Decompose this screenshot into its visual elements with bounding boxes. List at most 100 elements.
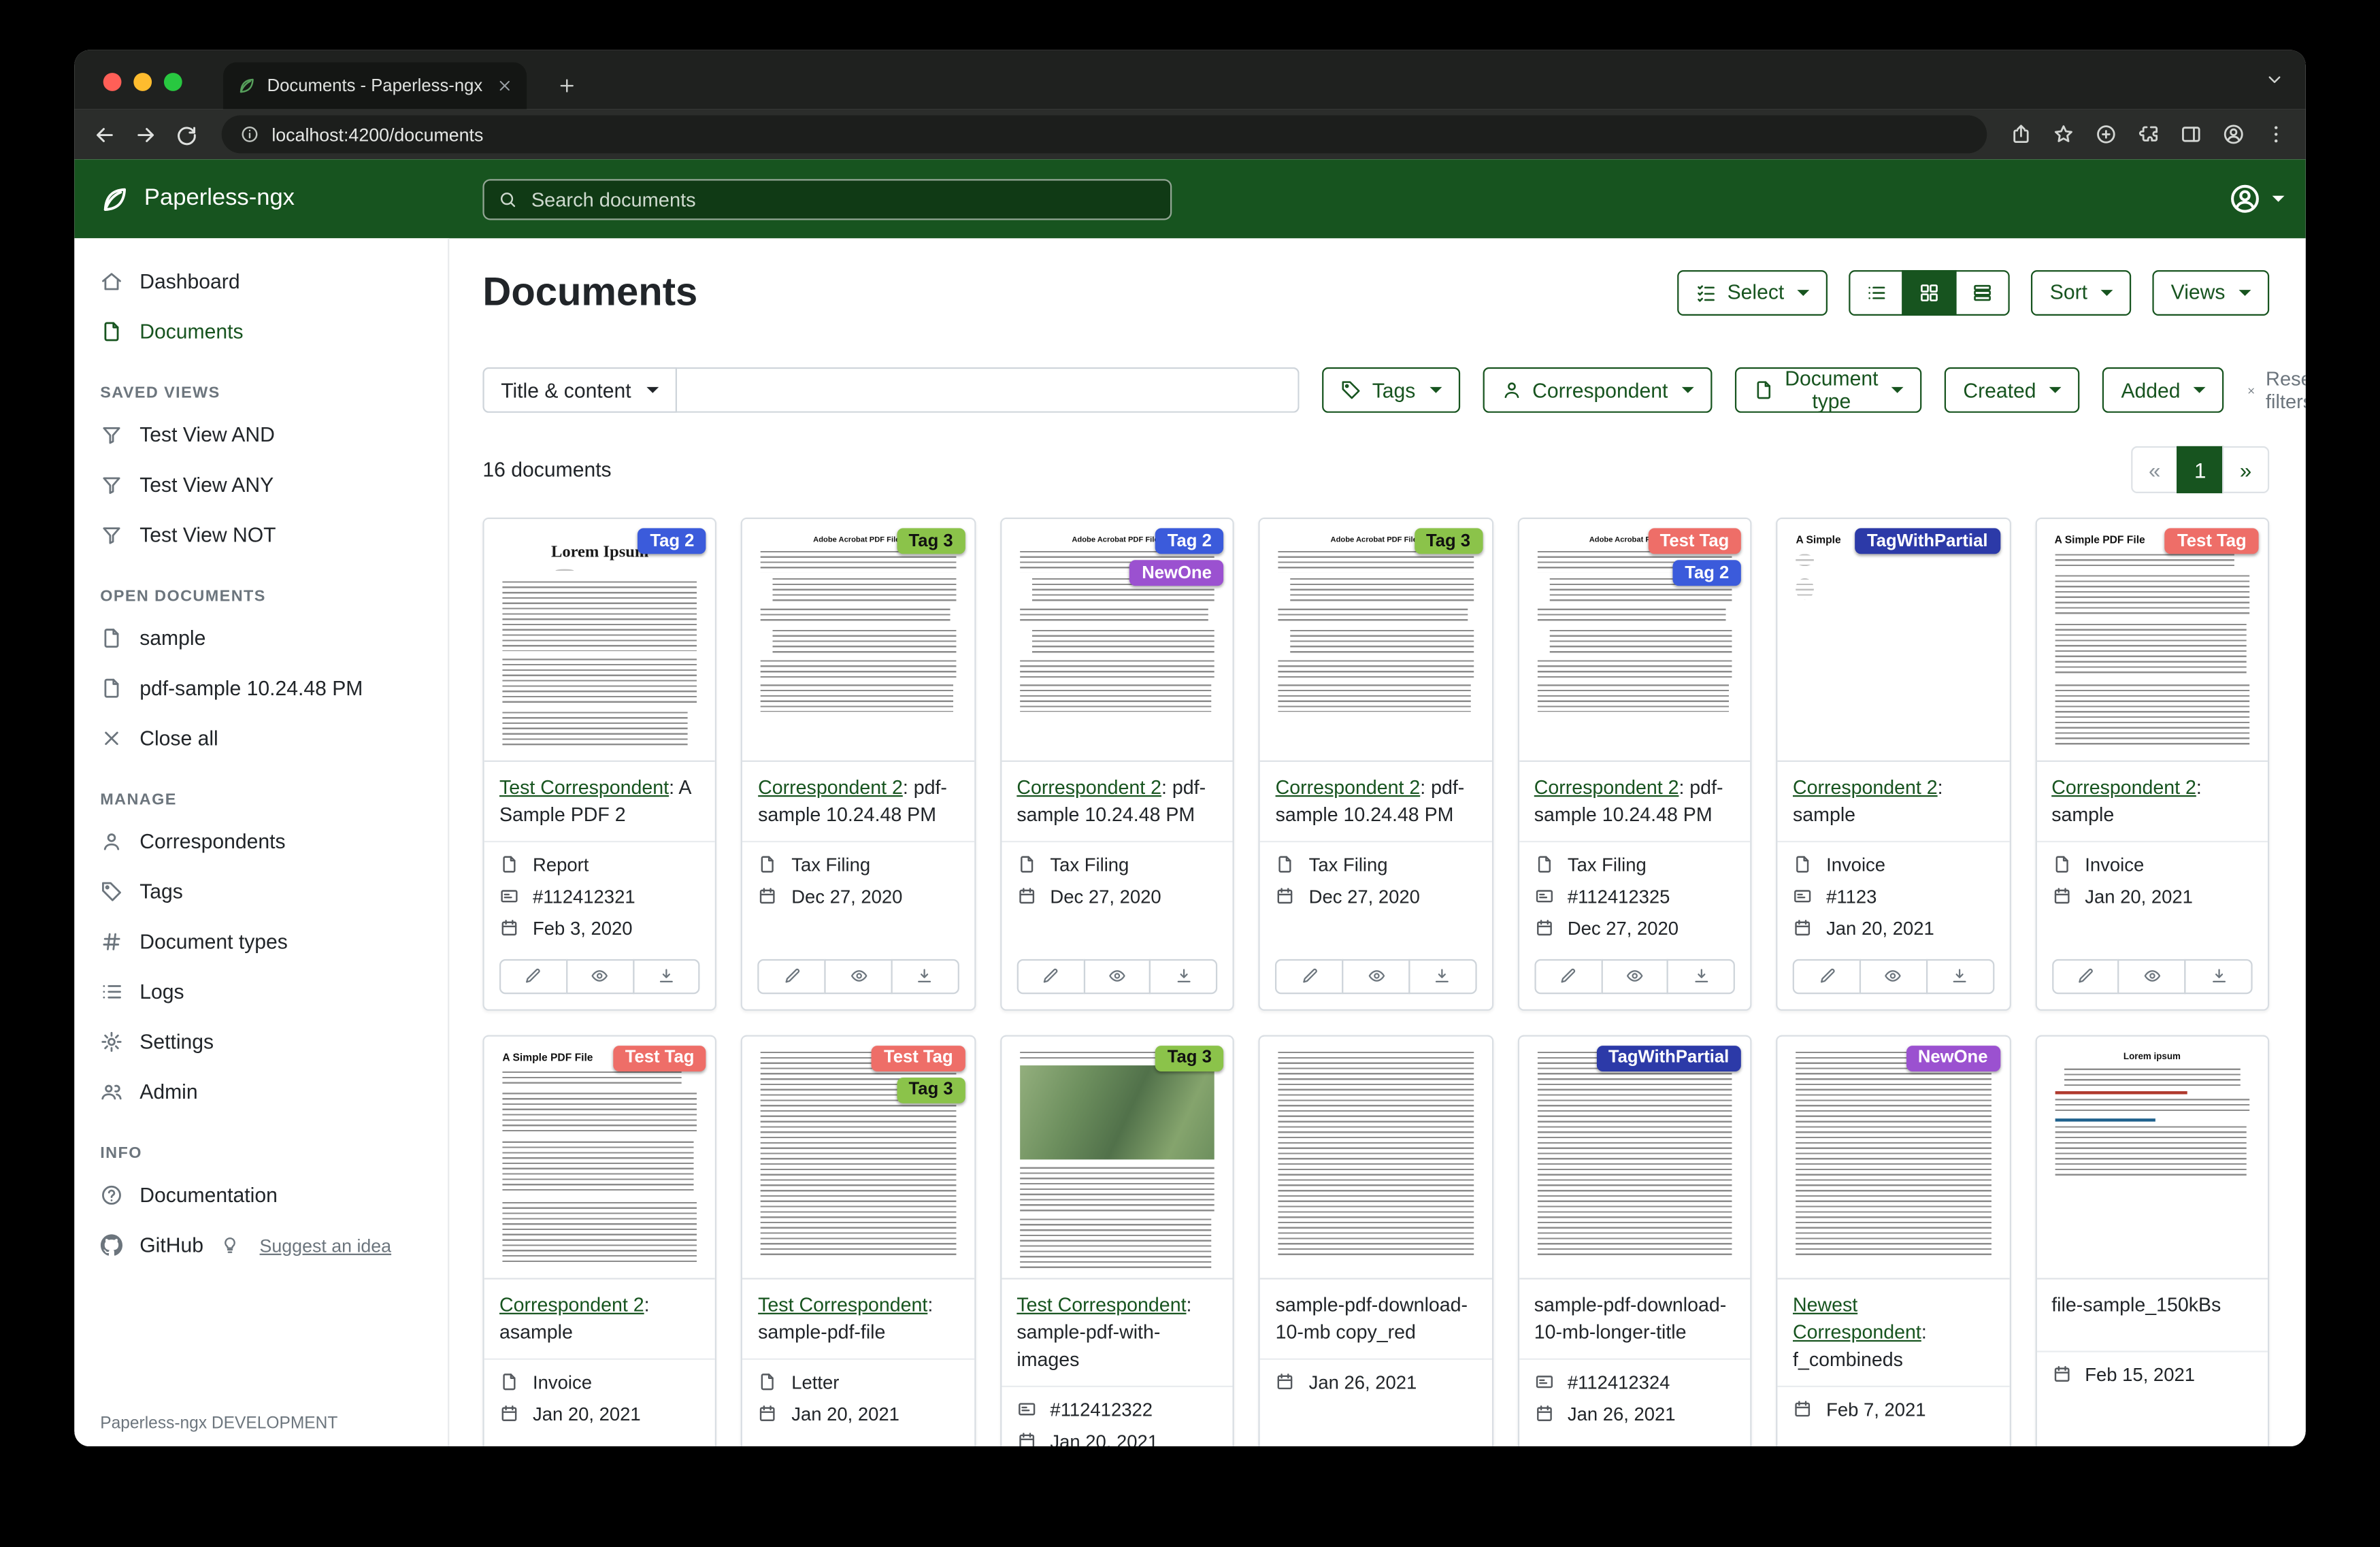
- doc-thumbnail[interactable]: Adobe Acrobat PDF FilesTag 2NewOne: [1002, 519, 1233, 762]
- doc-thumbnail[interactable]: TagWithPartial: [1519, 1036, 1750, 1279]
- reload-icon[interactable]: [175, 122, 199, 147]
- correspondent-link[interactable]: Correspondent 2: [1534, 776, 1679, 798]
- doc-thumbnail[interactable]: [1260, 1036, 1491, 1279]
- close-window-button[interactable]: [103, 73, 122, 91]
- global-search[interactable]: [482, 178, 1172, 219]
- edit-button[interactable]: [1276, 959, 1344, 994]
- app-brand[interactable]: Paperless-ngx: [74, 183, 295, 215]
- created-filter-button[interactable]: Created: [1945, 367, 2081, 413]
- correspondent-link[interactable]: Correspondent 2: [1793, 776, 1938, 798]
- detail-view-button[interactable]: [1955, 269, 2010, 315]
- correspondent-link[interactable]: Test Correspondent: [499, 776, 669, 798]
- search-input[interactable]: [528, 186, 1157, 212]
- doc-thumbnail[interactable]: Tag 3: [1002, 1036, 1233, 1279]
- sidebar-item-admin[interactable]: Admin: [74, 1067, 448, 1117]
- download-button[interactable]: [632, 959, 700, 994]
- doc-thumbnail[interactable]: Adobe Acrobat PDF FilesTag 3: [1260, 519, 1491, 762]
- correspondent-link[interactable]: Test Correspondent: [758, 1293, 927, 1315]
- sidebar-item-logs[interactable]: Logs: [74, 967, 448, 1017]
- grid-view-button[interactable]: [1902, 269, 1957, 315]
- browser-tab[interactable]: Documents - Paperless-ngx: [223, 62, 527, 109]
- view-button[interactable]: [1083, 959, 1151, 994]
- extensions-puzzle-icon[interactable]: [2137, 123, 2160, 146]
- doc-thumbnail[interactable]: Adobe Acrobat PDF FilesTest TagTag 2: [1519, 519, 1750, 762]
- tag-badge[interactable]: Test Tag: [1648, 528, 1741, 554]
- tag-badge[interactable]: Tag 2: [1155, 528, 1224, 554]
- sidebar-item-pdf-sample-10-24-48-pm[interactable]: pdf-sample 10.24.48 PM: [74, 663, 448, 714]
- tab-search-chevron-icon[interactable]: [2265, 70, 2285, 90]
- page-1-button[interactable]: 1: [2177, 446, 2224, 493]
- added-filter-button[interactable]: Added: [2103, 367, 2225, 413]
- tag-badge[interactable]: Tag 3: [897, 1078, 965, 1103]
- edit-button[interactable]: [2051, 959, 2119, 994]
- previous-page-button[interactable]: «: [2131, 446, 2178, 493]
- sidebar-item-tags[interactable]: Tags: [74, 867, 448, 917]
- tags-filter-button[interactable]: Tags: [1322, 367, 1459, 413]
- download-button[interactable]: [1408, 959, 1476, 994]
- sidebar-item-test-view-not[interactable]: Test View NOT: [74, 510, 448, 561]
- bookmark-star-icon[interactable]: [2052, 123, 2075, 146]
- list-view-button[interactable]: [1849, 269, 1904, 315]
- reset-filters-button[interactable]: Reset filters: [2247, 367, 2306, 413]
- tag-badge[interactable]: NewOne: [1129, 560, 1223, 586]
- download-button[interactable]: [2185, 959, 2253, 994]
- sidebar-item-github[interactable]: GitHubSuggest an idea: [74, 1220, 448, 1271]
- sidebar-item-settings[interactable]: Settings: [74, 1017, 448, 1067]
- correspondent-link[interactable]: Test Correspondent: [1017, 1293, 1186, 1315]
- sidebar-item-close-all[interactable]: Close all: [74, 714, 448, 764]
- select-button[interactable]: Select: [1677, 269, 1828, 315]
- tag-badge[interactable]: Test Tag: [872, 1046, 965, 1071]
- edit-button[interactable]: [758, 959, 826, 994]
- doc-thumbnail[interactable]: Lorem IpsumTag 2: [484, 519, 716, 762]
- tag-badge[interactable]: Test Tag: [613, 1046, 706, 1071]
- forward-icon[interactable]: [133, 122, 158, 147]
- site-info-icon[interactable]: [239, 124, 259, 144]
- tag-badge[interactable]: Tag 2: [1672, 560, 1741, 586]
- tag-badge[interactable]: NewOne: [1906, 1046, 2000, 1071]
- edit-button[interactable]: [1793, 959, 1861, 994]
- sidebar-item-correspondents[interactable]: Correspondents: [74, 816, 448, 867]
- doc-thumbnail[interactable]: A Simple PDF FileTest Tag: [484, 1036, 716, 1279]
- tag-badge[interactable]: Tag 3: [1414, 528, 1483, 554]
- view-button[interactable]: [1601, 959, 1669, 994]
- views-button[interactable]: Views: [2153, 269, 2269, 315]
- sidebar-item-sample[interactable]: sample: [74, 613, 448, 663]
- browser-profile-icon[interactable]: [2222, 123, 2245, 146]
- edit-button[interactable]: [1017, 959, 1085, 994]
- suggest-idea-link[interactable]: Suggest an idea: [260, 1235, 392, 1256]
- view-button[interactable]: [566, 959, 634, 994]
- tag-badge[interactable]: TagWithPartial: [1855, 528, 2000, 554]
- tag-badge[interactable]: Tag 3: [897, 528, 965, 554]
- edit-button[interactable]: [1534, 959, 1602, 994]
- doc-thumbnail[interactable]: NewOne: [1778, 1036, 2009, 1279]
- sort-button[interactable]: Sort: [2032, 269, 2132, 315]
- download-button[interactable]: [1667, 959, 1735, 994]
- correspondent-link[interactable]: Newest Correspondent: [1793, 1293, 1921, 1342]
- sidebar-item-dashboard[interactable]: Dashboard: [74, 256, 448, 307]
- edit-button[interactable]: [499, 959, 567, 994]
- tag-badge[interactable]: TagWithPartial: [1596, 1046, 1741, 1071]
- correspondent-link[interactable]: Correspondent 2: [2051, 776, 2196, 798]
- maximize-window-button[interactable]: [164, 73, 182, 91]
- share-icon[interactable]: [2010, 123, 2032, 146]
- address-bar[interactable]: localhost:4200/documents: [222, 116, 1987, 154]
- extension-badge-icon[interactable]: [2095, 123, 2117, 146]
- tag-badge[interactable]: Tag 3: [1155, 1046, 1224, 1071]
- doc-thumbnail[interactable]: Test Tag Tag 3: [743, 1036, 974, 1279]
- sidebar-item-test-view-any[interactable]: Test View ANY: [74, 460, 448, 510]
- browser-menu-icon[interactable]: [2265, 123, 2287, 146]
- sidebar-item-document-types[interactable]: Document types: [74, 916, 448, 967]
- sidebar-item-documentation[interactable]: Documentation: [74, 1170, 448, 1220]
- view-button[interactable]: [2118, 959, 2186, 994]
- correspondent-link[interactable]: Correspondent 2: [499, 1293, 644, 1315]
- tab-close-icon[interactable]: [497, 78, 514, 95]
- doc-thumbnail[interactable]: Adobe Acrobat PDF FilesTag 3: [743, 519, 974, 762]
- sidebar-item-test-view-and[interactable]: Test View AND: [74, 410, 448, 460]
- correspondent-link[interactable]: Correspondent 2: [1276, 776, 1421, 798]
- tag-badge[interactable]: Tag 2: [638, 528, 707, 554]
- new-tab-button[interactable]: [548, 67, 584, 103]
- doc-thumbnail[interactable]: A Simple PDF FileTest Tag: [2036, 519, 2268, 762]
- view-button[interactable]: [1342, 959, 1410, 994]
- download-button[interactable]: [891, 959, 959, 994]
- doc-thumbnail[interactable]: A SimpleTagWithPartial: [1778, 519, 2009, 762]
